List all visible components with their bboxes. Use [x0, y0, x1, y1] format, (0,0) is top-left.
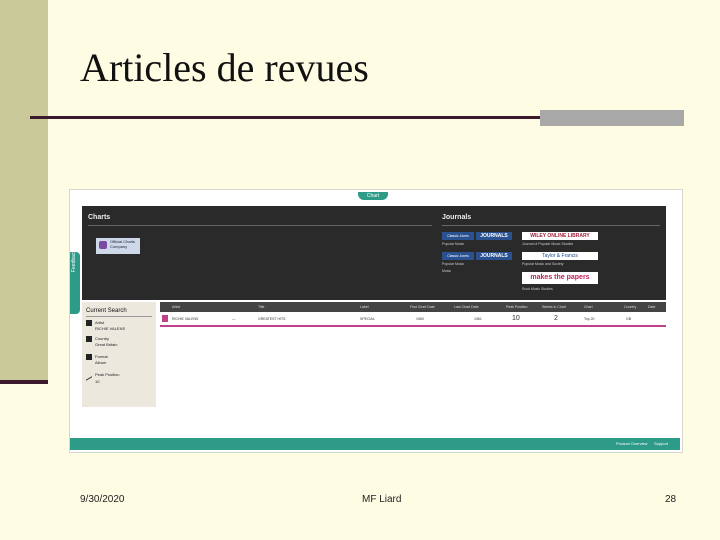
charts-journals-panel: Charts Official Charts Company Journals … [82, 206, 666, 300]
results-table-header: Artist Title Label First Chart Date Last… [160, 302, 666, 312]
th-title[interactable]: Title [258, 305, 264, 309]
search-item-format[interactable]: Format Album [86, 354, 108, 365]
chart-button[interactable]: Chart [358, 192, 388, 200]
search-item-artist[interactable]: Artist RICHIE VALENS [86, 320, 125, 331]
td-title[interactable]: GREATEST HITS [258, 317, 286, 321]
th-label[interactable]: Label [360, 305, 369, 309]
feedback-tab-label: Feedback [71, 250, 77, 272]
journal-button-1[interactable]: Classic Jones [442, 232, 474, 240]
row-badge [162, 315, 168, 322]
journal-logo-1[interactable]: JOURNALS [476, 232, 512, 240]
journal-button-2[interactable]: Classic Jones [442, 252, 474, 260]
title-rule-accent [540, 110, 684, 126]
papers-logo[interactable]: makes the papers [522, 272, 598, 284]
left-accent-bar [0, 0, 48, 380]
journal-link-4[interactable]: Popular Music and Society [522, 262, 563, 266]
charts-rule [88, 225, 432, 226]
th-chart[interactable]: Chart [584, 305, 593, 309]
trend-icon [86, 370, 92, 381]
td-first-date: 1960 [416, 317, 424, 321]
footer-link-product[interactable]: Product Overview [616, 441, 648, 446]
th-country[interactable]: Country [624, 305, 636, 309]
td-country: GB [626, 317, 632, 321]
charts-logo[interactable]: Official Charts Company [96, 238, 140, 254]
td-peak: 10 [512, 315, 520, 322]
search-item-country[interactable]: Country Great Britain [86, 336, 117, 347]
td-label: SPECIAL [360, 317, 375, 321]
current-search-rule [86, 316, 152, 317]
slide-date: 9/30/2020 [80, 494, 125, 505]
journal-link-2[interactable]: Journal of Popular Music Studies [522, 242, 573, 246]
footer-bar: Product Overview Support [70, 438, 680, 450]
person-icon [86, 320, 92, 326]
slide-author: MF Liard [362, 494, 402, 505]
th-date[interactable]: Date [648, 305, 655, 309]
feedback-tab[interactable]: Feedback [70, 250, 80, 314]
th-first-chart-date[interactable]: First Chart Date [410, 305, 435, 309]
td-chart: Top 20 [584, 317, 595, 321]
th-artist[interactable]: Artist [172, 305, 180, 309]
th-weeks[interactable]: Weeks in Chart [542, 305, 566, 309]
wiley-logo[interactable]: WILEY ONLINE LIBRARY [522, 232, 598, 240]
format-icon [86, 354, 92, 360]
current-search-panel: Current Search Artist RICHIE VALENS Count… [82, 302, 156, 407]
globe-icon [86, 336, 92, 342]
table-row[interactable]: RICHIE VALENS — GREATEST HITS SPECIAL 19… [160, 313, 666, 327]
td-title-separator: — [232, 317, 236, 321]
journal-link-5[interactable]: Music [442, 269, 451, 273]
charts-logo-icon [99, 241, 107, 249]
journals-heading: Journals [442, 214, 472, 221]
journal-link-6[interactable]: Rock Music Studies [522, 287, 553, 291]
th-peak-position[interactable]: Peak Position [506, 305, 527, 309]
journal-logo-2[interactable]: JOURNALS [476, 252, 512, 260]
td-weeks: 2 [554, 315, 558, 322]
td-last-date: 1961 [474, 317, 482, 321]
footer-link-support[interactable]: Support [654, 441, 668, 446]
td-artist[interactable]: RICHIE VALENS [172, 317, 198, 321]
charts-heading: Charts [88, 214, 111, 221]
th-last-chart-date[interactable]: Last Chart Date [454, 305, 479, 309]
taylor-francis-logo[interactable]: Taylor & Francis [522, 252, 598, 260]
current-search-heading: Current Search [86, 308, 127, 314]
slide-title: Articles de revues [80, 45, 369, 90]
embedded-screenshot: Chart Feedback Charts Official Charts Co… [70, 190, 682, 452]
search-item-peak[interactable]: Peak Position 10 [86, 370, 119, 384]
left-accent-line [0, 380, 48, 384]
slide-page-number: 28 [665, 494, 677, 505]
journals-rule [442, 225, 660, 226]
journal-link-1[interactable]: Popular Music [442, 242, 464, 246]
journal-link-3[interactable]: Popular Music [442, 262, 464, 266]
